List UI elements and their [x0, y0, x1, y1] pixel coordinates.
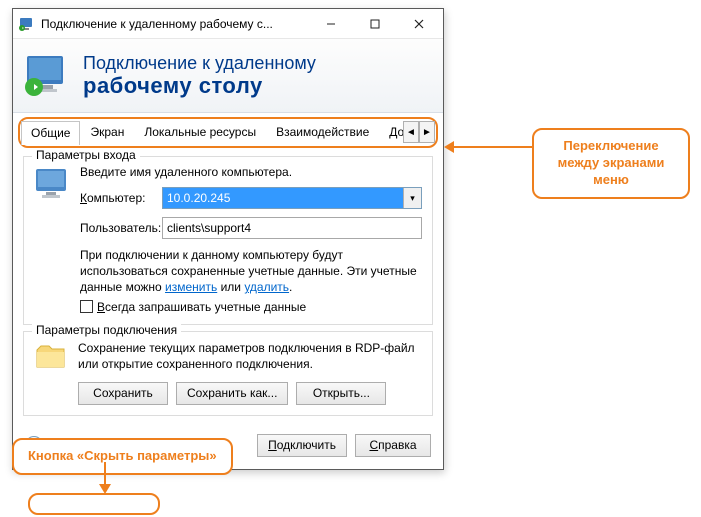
computer-input[interactable]	[163, 188, 403, 208]
header-line2: рабочему столу	[83, 73, 316, 98]
app-icon	[19, 16, 35, 32]
connection-group: Параметры подключения Сохранение текущих…	[23, 331, 433, 416]
close-button[interactable]	[397, 10, 441, 38]
tab-advanced[interactable]: Дополни	[379, 120, 403, 145]
rdp-window: Подключение к удаленному рабочему с... П…	[12, 8, 444, 470]
login-group: Параметры входа Введите имя удаленного к…	[23, 156, 433, 325]
hide-options-highlight	[28, 493, 160, 515]
tab-scroll: ◄ ►	[403, 120, 435, 145]
credentials-note: При подключении к данному компьютеру буд…	[80, 247, 422, 296]
always-ask-label: Всегда запрашивать учетные данные	[97, 300, 306, 314]
arrow-tabs-line	[450, 146, 532, 148]
callout-tabs-switch: Переключение между экранами меню	[532, 128, 690, 199]
folder-icon	[34, 340, 68, 374]
tab-general[interactable]: Общие	[21, 121, 80, 145]
always-ask-row: Всегда запрашивать учетные данные	[80, 300, 422, 314]
login-group-title: Параметры входа	[32, 148, 140, 162]
tab-scroll-right[interactable]: ►	[419, 121, 435, 143]
change-credentials-link[interactable]: изменить	[165, 280, 217, 294]
callout-hide-button: Кнопка «Скрыть параметры»	[12, 438, 233, 475]
client-area: Параметры входа Введите имя удаленного к…	[13, 148, 443, 424]
header-line1: Подключение к удаленному	[83, 53, 316, 74]
arrow-hide-line	[104, 462, 106, 486]
user-label: Пользователь:	[80, 221, 162, 235]
computer-dropdown-icon[interactable]: ▾	[403, 188, 421, 208]
header: Подключение к удаленному рабочему столу	[13, 39, 443, 113]
open-button[interactable]: Открыть...	[296, 382, 386, 405]
delete-credentials-link[interactable]: удалить	[244, 280, 289, 294]
maximize-button[interactable]	[353, 10, 397, 38]
tab-scroll-left[interactable]: ◄	[403, 121, 419, 143]
window-title: Подключение к удаленному рабочему с...	[41, 17, 309, 31]
connection-group-title: Параметры подключения	[32, 323, 181, 337]
user-input[interactable]	[162, 217, 422, 239]
titlebar: Подключение к удаленному рабочему с...	[13, 9, 443, 39]
tab-display[interactable]: Экран	[80, 120, 134, 145]
tab-local-resources[interactable]: Локальные ресурсы	[134, 120, 266, 145]
tabs: Общие Экран Локальные ресурсы Взаимодейс…	[21, 120, 403, 145]
header-text: Подключение к удаленному рабочему столу	[83, 53, 316, 99]
login-intro: Введите имя удаленного компьютера.	[80, 165, 422, 179]
rdp-header-icon	[23, 52, 71, 100]
connect-button[interactable]: Подключить	[257, 434, 347, 457]
connection-desc: Сохранение текущих параметров подключени…	[78, 340, 422, 372]
save-button[interactable]: Сохранить	[78, 382, 168, 405]
computer-label: Компьютер:	[80, 191, 162, 205]
tab-experience[interactable]: Взаимодействие	[266, 120, 379, 145]
minimize-button[interactable]	[309, 10, 353, 38]
computer-combo[interactable]: ▾	[162, 187, 422, 209]
always-ask-checkbox[interactable]	[80, 300, 93, 313]
arrow-tabs-head	[444, 141, 454, 153]
monitor-icon	[34, 165, 72, 203]
titlebar-buttons	[309, 10, 441, 38]
tabs-highlight: Общие Экран Локальные ресурсы Взаимодейс…	[18, 117, 438, 148]
help-button[interactable]: Справка	[355, 434, 431, 457]
save-as-button[interactable]: Сохранить как...	[176, 382, 288, 405]
